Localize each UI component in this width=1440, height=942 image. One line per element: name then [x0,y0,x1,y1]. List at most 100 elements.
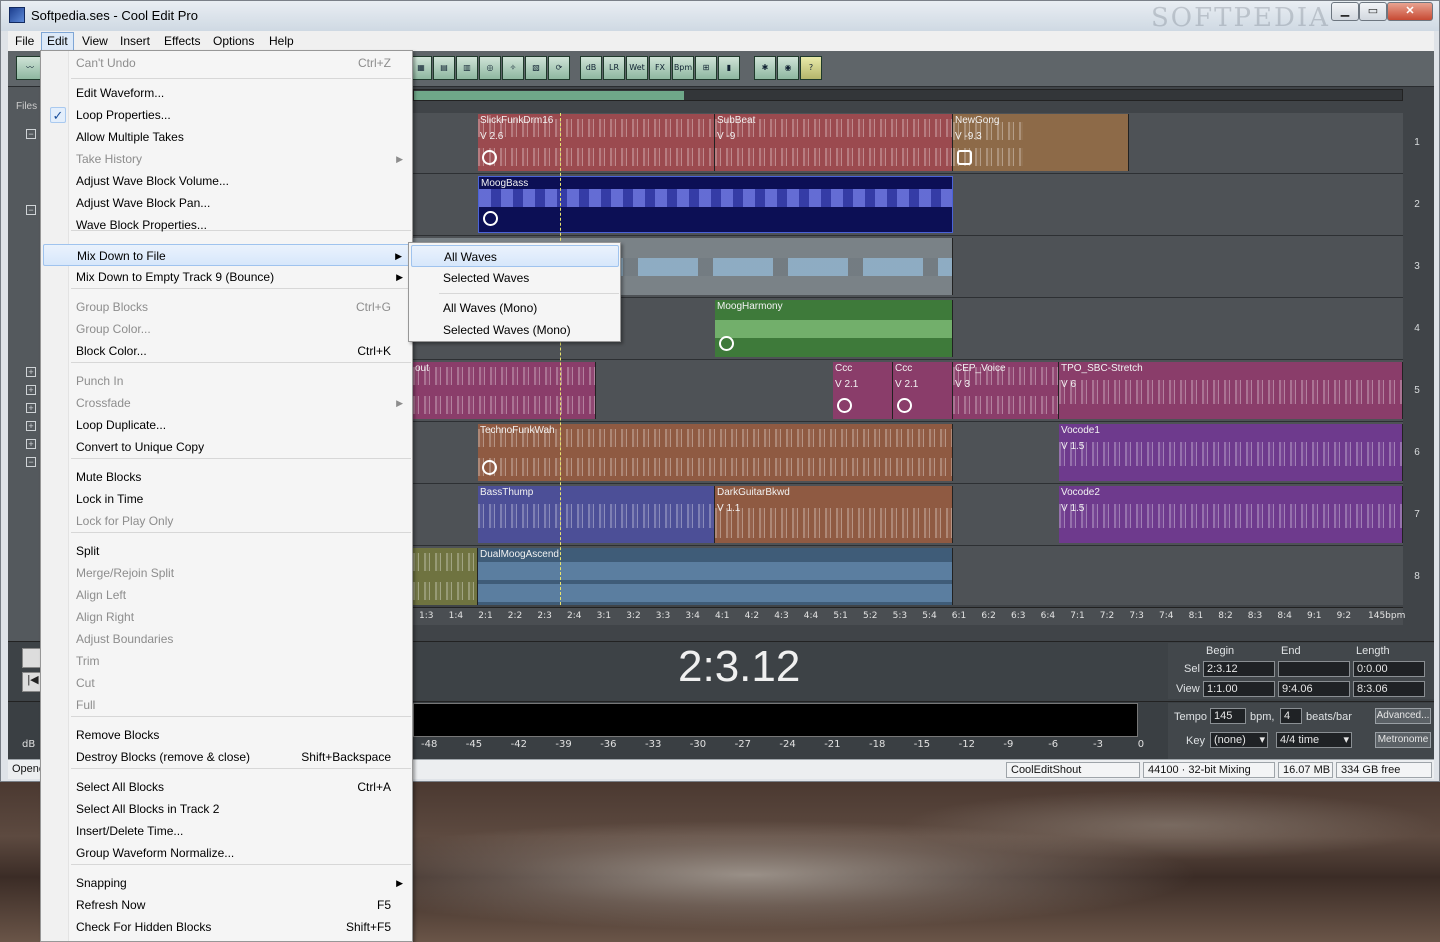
wave-block[interactable]: CEP_Voice V 3 [953,362,1059,419]
metronome-button[interactable]: Metronome [1375,732,1431,748]
menu-item-punch-in[interactable]: Punch In [43,370,411,392]
toolbar-tool-icon[interactable]: ◉ [777,56,799,80]
advanced-button[interactable]: Advanced... [1375,708,1431,724]
track-row[interactable]: TechnoFunkWah Vocode1 V 1.5 [413,423,1403,484]
menu-item-adjust-boundaries[interactable]: Adjust Boundaries [43,628,411,650]
wave-block[interactable]: SubBeat V -9 [715,114,953,171]
menu-item-lock-in-time[interactable]: Lock in Time [43,488,411,510]
toolbar-tool-icon[interactable]: ✧ [502,56,524,80]
track-row[interactable]: BassThump DarkGuitarBkwd V 1.1 Vocode2 V 1… [413,485,1403,546]
menu-item-adjust-wave-block-volume[interactable]: Adjust Wave Block Volume... [43,170,411,192]
wave-block[interactable]: DarkGuitarBkwd V 1.1 [715,486,953,543]
menu-effects[interactable]: Effects [159,33,205,50]
tree-expand-icon[interactable]: + [26,367,36,377]
wave-block[interactable]: MoogHarmony [715,300,953,357]
menu-item-can-t-undo[interactable]: Can't Undo Ctrl+Z [43,52,411,74]
key-select[interactable]: (none) ▾ [1210,732,1268,748]
track-row[interactable]: out Ccc V 2.1 Ccc V 2.1 CEP_Voice V 3 TPO_S… [413,361,1403,422]
menu-item-loop-properties[interactable]: ✓ Loop Properties... [43,104,411,126]
wave-block[interactable]: Ccc V 2.1 [833,362,893,419]
minimize-button[interactable]: ▁ [1331,2,1359,21]
toolbar-tool-icon[interactable]: ◎ [479,56,501,80]
menu-item-take-history[interactable]: Take History ▶ [43,148,411,170]
close-button[interactable]: ✕ [1387,2,1433,21]
wave-block[interactable] [413,548,478,605]
menu-edit[interactable]: Edit [41,32,74,51]
toolbar-fx-icon[interactable]: FX [649,56,671,80]
menu-view[interactable]: View [77,33,113,50]
time-signature-select[interactable]: 4/4 time ▾ [1276,732,1352,748]
playhead-cursor[interactable] [560,113,561,605]
sel-length-field[interactable]: 0:0.00 [1353,661,1425,677]
menu-item-refresh-now[interactable]: Refresh Now F5 [43,894,411,916]
menu-item-allow-multiple-takes[interactable]: Allow Multiple Takes [43,126,411,148]
track-area[interactable]: SlickFunkDrm16 V 2.6 SubBeat V -9 NewGong V… [413,113,1403,608]
track-row[interactable]: MoogBass [413,175,1403,236]
menu-item-check-for-hidden-blocks[interactable]: Check For Hidden Blocks Shift+F5 [43,916,411,938]
menu-item-convert-to-unique-copy[interactable]: Convert to Unique Copy [43,436,411,458]
menu-insert[interactable]: Insert [115,33,155,50]
wave-block[interactable]: DualMoogAscend [478,548,953,605]
toolbar-tool-icon[interactable]: ▤ [433,56,455,80]
menu-item-loop-duplicate[interactable]: Loop Duplicate... [43,414,411,436]
tree-expand-icon[interactable]: − [26,205,36,215]
menu-item-edit-waveform[interactable]: Edit Waveform... [43,82,411,104]
tree-expand-icon[interactable]: − [26,457,36,467]
menu-item-mix-down-to-file[interactable]: Mix Down to File ▶ [43,244,411,266]
wave-block[interactable]: TechnoFunkWah [478,424,953,481]
toolbar-tool-icon[interactable]: ✱ [754,56,776,80]
toolbar-wet-icon[interactable]: Wet [626,56,648,80]
submenu-item-selected-waves-mono[interactable]: Selected Waves (Mono) [411,319,619,341]
menu-item-group-waveform-normalize[interactable]: Group Waveform Normalize... [43,842,411,864]
tree-expand-icon[interactable]: + [26,385,36,395]
wave-block[interactable]: SlickFunkDrm16 V 2.6 [478,114,715,171]
sel-begin-field[interactable]: 2:3.12 [1203,661,1275,677]
menu-help[interactable]: Help [264,33,299,50]
menu-item-insert-delete-time[interactable]: Insert/Delete Time... [43,820,411,842]
track-row[interactable]: DualMoogAscend [413,547,1403,608]
title-bar[interactable]: Softpedia.ses - Cool Edit Pro SOFTPEDIA … [1,1,1439,33]
submenu-item-all-waves[interactable]: All Waves [411,245,619,267]
menu-item-wave-block-properties[interactable]: Wave Block Properties... [43,214,411,236]
menu-item-align-left[interactable]: Align Left [43,584,411,606]
menu-item-group-color[interactable]: Group Color... [43,318,411,340]
wave-block[interactable]: Ccc V 2.1 [893,362,953,419]
toolbar-db-icon[interactable]: dB [580,56,602,80]
menu-item-align-right[interactable]: Align Right [43,606,411,628]
menu-item-lock-for-play-only[interactable]: Lock for Play Only [43,510,411,532]
toolbar-tool-icon[interactable]: ▮ [718,56,740,80]
submenu-item-selected-waves[interactable]: Selected Waves [411,267,619,289]
submenu-item-all-waves-mono[interactable]: All Waves (Mono) [411,297,619,319]
track-row[interactable]: SlickFunkDrm16 V 2.6 SubBeat V -9 NewGong V… [413,113,1403,174]
menu-item-destroy-blocks-remove-close[interactable]: Destroy Blocks (remove & close) Shift+Bac… [43,746,411,768]
menu-item-split[interactable]: Split [43,540,411,562]
app-icon[interactable] [9,7,25,23]
menu-item-mix-down-to-empty-track-9-bounce[interactable]: Mix Down to Empty Track 9 (Bounce) ▶ [43,266,411,288]
menu-item-merge-rejoin-split[interactable]: Merge/Rejoin Split [43,562,411,584]
view-length-field[interactable]: 8:3.06 [1353,681,1425,697]
help-icon[interactable]: ? [800,56,822,80]
menu-item-group-blocks[interactable]: Group Blocks Ctrl+G [43,296,411,318]
sel-end-field[interactable] [1278,661,1350,677]
menu-item-select-all-blocks[interactable]: Select All Blocks Ctrl+A [43,776,411,798]
wave-block[interactable]: Vocode2 V 1.5 [1059,486,1403,543]
menu-file[interactable]: File [10,33,39,50]
toolbar-lr-icon[interactable]: LR [603,56,625,80]
wave-block[interactable]: NewGong V -9.3 [953,114,1129,171]
menu-item-cut[interactable]: Cut [43,672,411,694]
menu-options[interactable]: Options [208,33,259,50]
menu-item-select-all-blocks-in-track-2[interactable]: Select All Blocks in Track 2 [43,798,411,820]
toolbar-tool-icon[interactable]: ▥ [456,56,478,80]
menu-item-snapping[interactable]: Snapping ▶ [43,872,411,894]
tree-expand-icon[interactable]: + [26,421,36,431]
view-begin-field[interactable]: 1:1.00 [1203,681,1275,697]
toolbar-tool-icon[interactable]: ▧ [525,56,547,80]
toolbar-tool-icon[interactable]: ⟳ [548,56,570,80]
visible-range[interactable] [414,91,684,100]
wave-block[interactable]: MoogBass [478,176,953,233]
maximize-button[interactable]: ▭ [1359,2,1387,21]
menu-item-block-color[interactable]: Block Color... Ctrl+K [43,340,411,362]
session-overview-bar[interactable] [413,89,1403,101]
tree-expand-icon[interactable]: + [26,439,36,449]
wave-block[interactable]: TPO_SBC-Stretch V 6 [1059,362,1403,419]
